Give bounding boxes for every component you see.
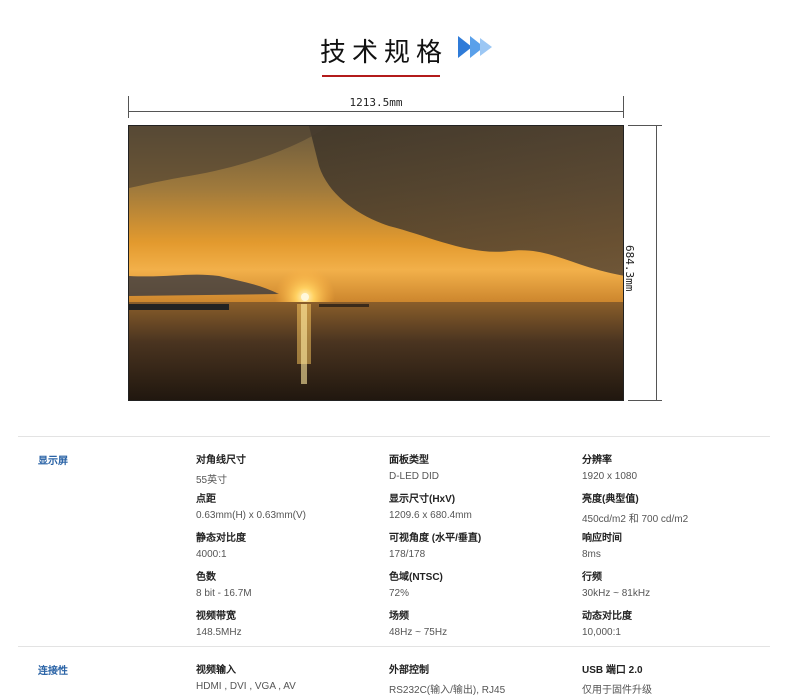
spec-item: 行频 30kHz ~ 81kHz <box>582 568 762 599</box>
spec-key: 场频 <box>389 611 409 622</box>
spec-item: 静态对比度 4000:1 <box>196 529 376 560</box>
spec-value: 1209.6 x 680.4mm <box>389 510 472 521</box>
spec-item: 视频带宽 148.5MHz <box>196 607 376 638</box>
spec-item: USB 端口 2.0 仅用于固件升级 <box>582 661 762 696</box>
spec-item: 可视角度 (水平/垂直) 178/178 <box>389 529 569 560</box>
width-label: 1213.5mm <box>349 96 403 109</box>
spec-value: 1920 x 1080 <box>582 471 638 482</box>
sunset-sea-image <box>129 126 623 400</box>
spec-value: RS232C(输入/输出), RJ45 <box>389 685 506 696</box>
spec-key: 显示尺寸(HxV) <box>389 494 456 505</box>
spec-key: 可视角度 (水平/垂直) <box>389 533 482 544</box>
spec-value: 8ms <box>582 549 601 560</box>
spec-key: 点距 <box>196 494 216 505</box>
spec-value: 148.5MHz <box>196 627 242 638</box>
spec-item: 响应时间 8ms <box>582 529 762 560</box>
spec-item: 亮度(典型值) 450cd/m2 和 700 cd/m2 <box>582 490 762 525</box>
width-dimension: 1213.5mm <box>128 96 624 118</box>
double-chevron-right-icon <box>458 36 492 58</box>
section-header: 技术规格 <box>0 30 790 80</box>
section-label-connectivity: 连接性 <box>38 666 68 677</box>
spec-key: 分辨率 <box>582 455 612 466</box>
spec-item: 场频 48Hz ~ 75Hz <box>389 607 569 638</box>
divider <box>18 436 770 437</box>
spec-value: 30kHz ~ 81kHz <box>582 588 651 599</box>
spec-key: 亮度(典型值) <box>582 494 639 505</box>
dimension-line <box>656 125 657 401</box>
spec-key: 视频输入 <box>196 665 236 676</box>
spec-item: 对角线尺寸 55英寸 <box>196 451 376 486</box>
spec-value: 178/178 <box>389 549 426 560</box>
spec-item: 视频输入 HDMI , DVI , VGA , AV <box>196 661 376 692</box>
title-underline <box>322 75 440 77</box>
spec-key: 视频带宽 <box>196 611 236 622</box>
spec-key: 色数 <box>196 572 216 583</box>
spec-value: 4000:1 <box>196 549 227 560</box>
height-dimension: 684.3mm <box>623 125 664 401</box>
spec-key: 行频 <box>582 572 602 583</box>
section-label-display: 显示屏 <box>38 456 68 467</box>
spec-item: 显示尺寸(HxV) 1209.6 x 680.4mm <box>389 490 569 521</box>
dimension-tick <box>628 400 662 401</box>
spec-item: 动态对比度 10,000:1 <box>582 607 762 638</box>
spec-item: 色数 8 bit - 16.7M <box>196 568 376 599</box>
spec-key: 对角线尺寸 <box>196 455 246 466</box>
spec-item: 分辨率 1920 x 1080 <box>582 451 762 482</box>
spec-item: 点距 0.63mm(H) x 0.63mm(V) <box>196 490 376 521</box>
spec-key: 动态对比度 <box>582 611 632 622</box>
spec-value: 仅用于固件升级 <box>582 685 652 696</box>
spec-value: 72% <box>389 588 410 599</box>
spec-item: 色域(NTSC) 72% <box>389 568 569 599</box>
spec-key: 响应时间 <box>582 533 622 544</box>
spec-key: 静态对比度 <box>196 533 246 544</box>
height-label: 684.3mm <box>623 245 636 292</box>
spec-item: 外部控制 RS232C(输入/输出), RJ45 <box>389 661 569 696</box>
page-title: 技术规格 <box>320 38 449 68</box>
spec-value: 10,000:1 <box>582 627 621 638</box>
dimension-line <box>128 111 624 112</box>
spec-value: 450cd/m2 和 700 cd/m2 <box>582 514 689 525</box>
spec-key: USB 端口 2.0 <box>582 665 643 676</box>
spec-value: 0.63mm(H) x 0.63mm(V) <box>196 510 307 521</box>
spec-value: 8 bit - 16.7M <box>196 588 252 599</box>
spec-value: 48Hz ~ 75Hz <box>389 627 448 638</box>
spec-item: 面板类型 D-LED DID <box>389 451 569 482</box>
spec-key: 色域(NTSC) <box>389 572 443 583</box>
product-display-image <box>128 125 624 401</box>
spec-value: 55英寸 <box>196 475 228 486</box>
spec-key: 外部控制 <box>389 665 429 676</box>
spec-value: D-LED DID <box>389 471 440 482</box>
spec-value: HDMI , DVI , VGA , AV <box>196 681 296 692</box>
spec-key: 面板类型 <box>389 455 429 466</box>
divider <box>18 646 770 647</box>
